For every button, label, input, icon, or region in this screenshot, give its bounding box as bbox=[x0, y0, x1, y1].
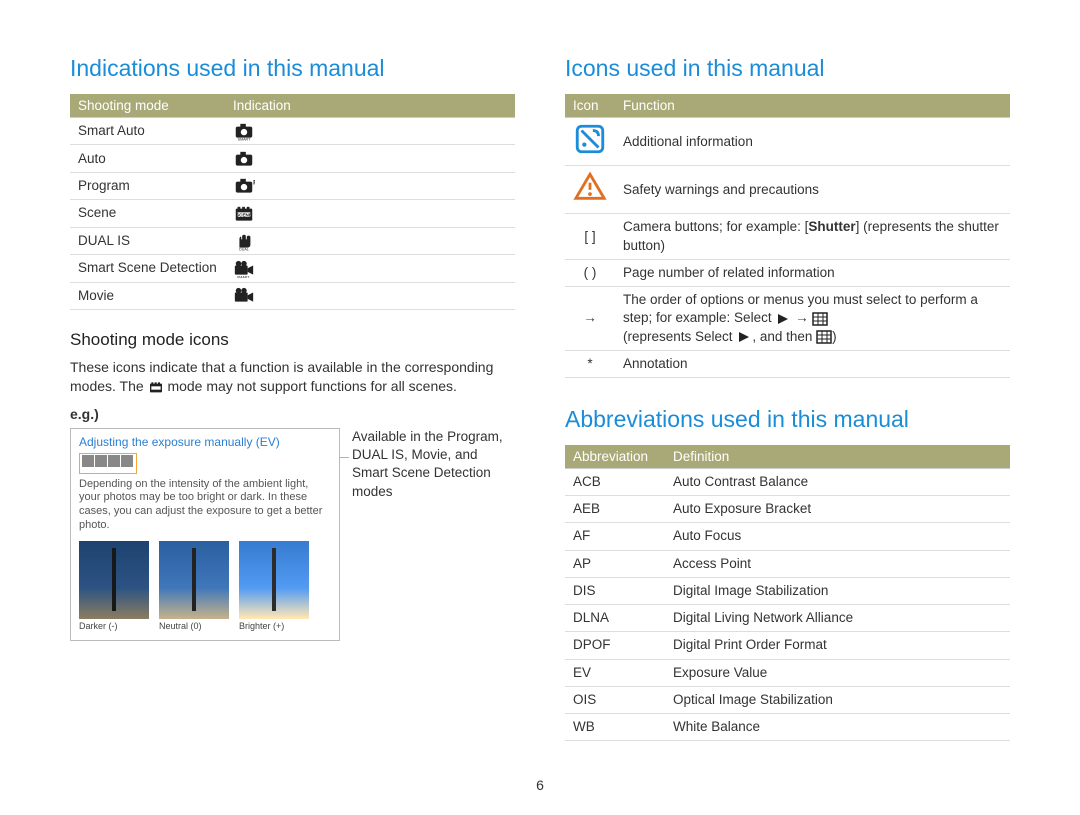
brackets-icon: [ ] bbox=[565, 214, 615, 259]
table-row: DLNADigital Living Network Alliance bbox=[565, 605, 1010, 632]
svg-text:P: P bbox=[253, 180, 255, 187]
table-row: Smart Scene Detection SMART bbox=[70, 255, 515, 282]
shooting-col2: Indication bbox=[225, 94, 515, 118]
svg-text:SMART: SMART bbox=[237, 275, 250, 278]
icons-heading: Icons used in this manual bbox=[565, 55, 1010, 82]
table-row: AEBAuto Exposure Bracket bbox=[565, 496, 1010, 523]
shooting-icons-subheading: Shooting mode icons bbox=[70, 330, 515, 350]
table-row: WBWhite Balance bbox=[565, 713, 1010, 740]
example-callout: Adjusting the exposure manually (EV) Dep… bbox=[70, 428, 340, 641]
table-row: AFAuto Focus bbox=[565, 523, 1010, 550]
camera-smart-icon: SMART bbox=[233, 122, 255, 140]
movie-icon bbox=[233, 287, 255, 305]
camera-p-icon: P bbox=[233, 177, 255, 195]
table-row: Program P bbox=[70, 172, 515, 199]
table-row: → The order of options or menus you must… bbox=[565, 287, 1010, 351]
table-row: Movie bbox=[70, 282, 515, 309]
svg-text:SMART: SMART bbox=[238, 138, 251, 141]
shooting-col1: Shooting mode bbox=[70, 94, 225, 118]
hand-dual-icon: DUAL bbox=[233, 232, 255, 250]
thumb-neutral: Neutral (0) bbox=[159, 541, 229, 632]
play-icon bbox=[775, 312, 791, 326]
table-row: APAccess Point bbox=[565, 550, 1010, 577]
callout-title: Adjusting the exposure manually (EV) bbox=[79, 435, 331, 450]
arrow-icon: → bbox=[565, 287, 615, 351]
table-row: Scene SCENE bbox=[70, 200, 515, 227]
svg-text:SCENE: SCENE bbox=[236, 212, 252, 217]
thumb-brighter: Brighter (+) bbox=[239, 541, 309, 632]
grid-icon bbox=[816, 330, 832, 344]
play-icon bbox=[736, 330, 752, 344]
table-row: OISOptical Image Stabilization bbox=[565, 686, 1010, 713]
note-icon bbox=[573, 144, 607, 159]
abbreviations-table: Abbreviation Definition ACBAuto Contrast… bbox=[565, 445, 1010, 741]
table-row: * Annotation bbox=[565, 350, 1010, 377]
table-row: ( ) Page number of related information bbox=[565, 259, 1010, 286]
abbr-col2: Definition bbox=[665, 445, 1010, 469]
scene-icon: SCENE bbox=[233, 205, 255, 223]
table-row: DUAL IS DUAL bbox=[70, 227, 515, 254]
table-row: Safety warnings and precautions bbox=[565, 166, 1010, 214]
table-row: [ ] Camera buttons; for example: [Shutte… bbox=[565, 214, 1010, 259]
indications-heading: Indications used in this manual bbox=[70, 55, 515, 82]
warning-icon bbox=[573, 192, 607, 207]
table-row: DISDigital Image Stabilization bbox=[565, 577, 1010, 604]
table-row: Smart Auto SMART bbox=[70, 118, 515, 145]
table-row: Additional information bbox=[565, 118, 1010, 166]
callout-side-text: Available in the Program, DUAL IS, Movie… bbox=[352, 428, 515, 501]
icons-table: Icon Function Additional information Saf… bbox=[565, 94, 1010, 378]
thumb-darker: Darker (-) bbox=[79, 541, 149, 632]
svg-text:DUAL: DUAL bbox=[239, 248, 249, 251]
callout-body: Depending on the intensity of the ambien… bbox=[79, 478, 331, 533]
movie-smart-icon: SMART bbox=[233, 260, 255, 278]
abbreviations-heading: Abbreviations used in this manual bbox=[565, 406, 1010, 433]
callout-connector-line bbox=[339, 457, 349, 458]
table-row: Auto bbox=[70, 145, 515, 172]
callout-mode-icons-row bbox=[79, 453, 137, 474]
grid-icon bbox=[812, 312, 828, 326]
abbr-col1: Abbreviation bbox=[565, 445, 665, 469]
scene-icon bbox=[148, 380, 164, 394]
paren-icon: ( ) bbox=[565, 259, 615, 286]
page-number: 6 bbox=[536, 777, 544, 793]
asterisk-icon: * bbox=[565, 350, 615, 377]
shooting-mode-table: Shooting mode Indication Smart Auto SMAR… bbox=[70, 94, 515, 310]
table-row: DPOFDigital Print Order Format bbox=[565, 632, 1010, 659]
shooting-icons-paragraph: These icons indicate that a function is … bbox=[70, 358, 515, 396]
icons-col2: Function bbox=[615, 94, 1010, 118]
icons-col1: Icon bbox=[565, 94, 615, 118]
table-row: ACBAuto Contrast Balance bbox=[565, 468, 1010, 495]
camera-icon bbox=[233, 150, 255, 168]
table-row: EVExposure Value bbox=[565, 659, 1010, 686]
eg-label: e.g.) bbox=[70, 406, 515, 422]
